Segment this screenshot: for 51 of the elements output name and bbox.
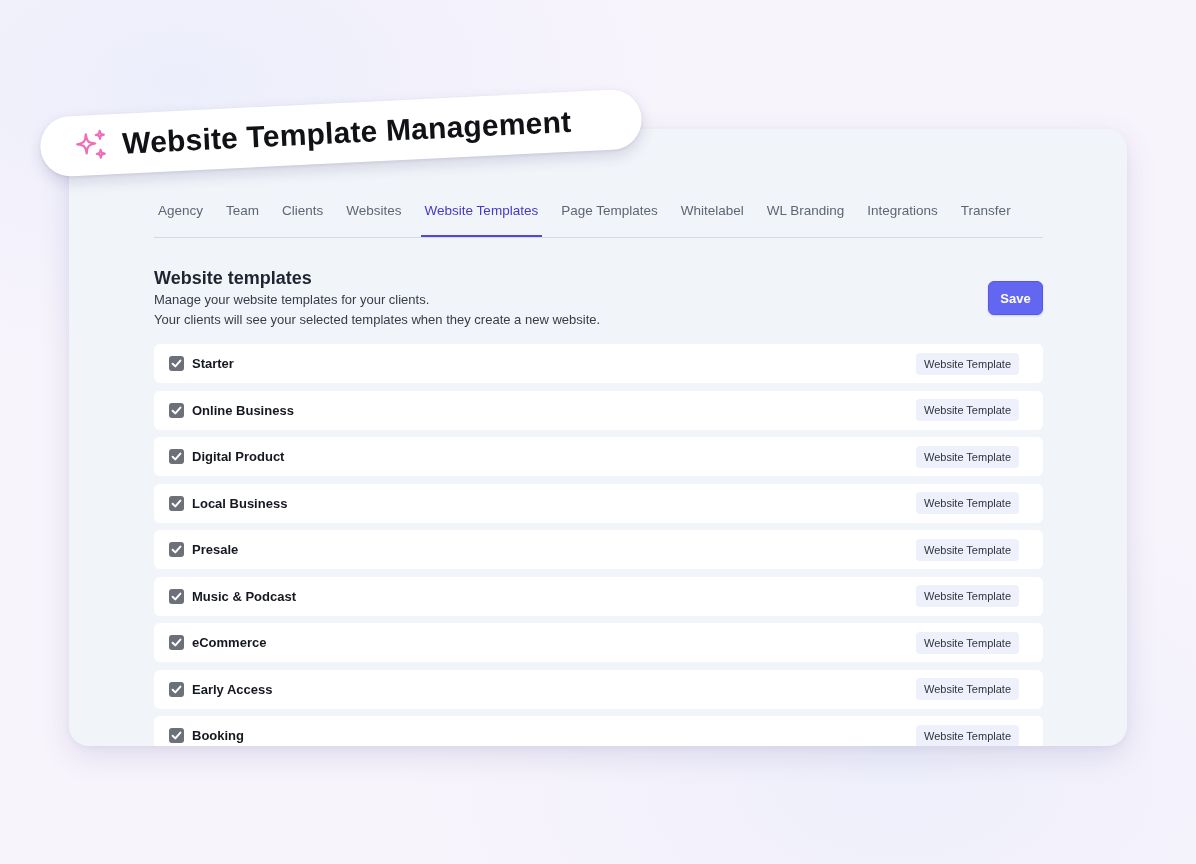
section-description: Manage your website templates for your clients.: [154, 291, 431, 309]
template-name: Booking: [192, 728, 245, 743]
checkbox[interactable]: [169, 681, 184, 697]
template-name: Local Business: [192, 495, 289, 511]
tab[interactable]: Page Templates: [557, 201, 662, 237]
checkbox[interactable]: [169, 635, 184, 650]
template-type-tag: Website Template: [915, 352, 1019, 375]
template-name: Presale: [192, 542, 240, 557]
template-type-tag: Website Template: [915, 678, 1019, 700]
template-type-tag: Website Template: [915, 399, 1019, 421]
checkbox[interactable]: [169, 495, 184, 511]
tab[interactable]: Clients: [278, 201, 328, 237]
checkbox[interactable]: [169, 542, 184, 557]
template-type-tag: Website Template: [915, 724, 1019, 746]
template-type-tag: Website Template: [915, 585, 1019, 607]
tab[interactable]: Website Templates: [420, 201, 543, 237]
template-name: Online Business: [192, 402, 295, 418]
template-row[interactable]: Online Business Website Template: [154, 390, 1043, 430]
save-button[interactable]: Save: [988, 281, 1043, 315]
template-type-tag: Website Template: [915, 538, 1019, 561]
checkbox[interactable]: [169, 402, 184, 418]
tab[interactable]: Agency: [154, 201, 208, 237]
template-row[interactable]: Digital Product Website Template: [154, 437, 1043, 476]
template-row[interactable]: eCommerce Website Template: [154, 623, 1043, 662]
page-title: Website Template Management: [121, 104, 572, 161]
checkbox[interactable]: [169, 356, 184, 371]
tab[interactable]: Websites: [342, 201, 406, 237]
template-name: Starter: [192, 356, 235, 371]
template-row[interactable]: Booking Website Template: [154, 716, 1043, 746]
template-name: Digital Product: [192, 449, 286, 464]
template-name: Music & Podcast: [192, 588, 298, 604]
section-heading: Website templates: [154, 267, 313, 290]
checkbox[interactable]: [169, 588, 184, 604]
template-type-tag: Website Template: [915, 492, 1019, 514]
template-row[interactable]: Starter Website Template: [154, 344, 1043, 383]
template-type-tag: Website Template: [915, 631, 1019, 654]
template-row[interactable]: Early Access Website Template: [154, 669, 1043, 709]
template-row[interactable]: Presale Website Template: [154, 530, 1043, 569]
checkbox[interactable]: [169, 449, 184, 464]
checkbox[interactable]: [169, 728, 184, 743]
tab[interactable]: Whitelabel: [676, 201, 748, 237]
template-type-tag: Website Template: [915, 445, 1019, 468]
template-name: eCommerce: [192, 635, 268, 650]
tab[interactable]: Team: [222, 201, 264, 237]
tab[interactable]: Transfer: [956, 201, 1015, 237]
template-row[interactable]: Music & Podcast Website Template: [154, 576, 1043, 616]
tab[interactable]: Integrations: [863, 201, 942, 237]
tab[interactable]: WL Branding: [762, 201, 849, 237]
section-description: Your clients will see your selected templates when they create a new website.: [154, 311, 601, 329]
template-row[interactable]: Local Business Website Template: [154, 483, 1043, 523]
template-name: Early Access: [192, 681, 274, 697]
